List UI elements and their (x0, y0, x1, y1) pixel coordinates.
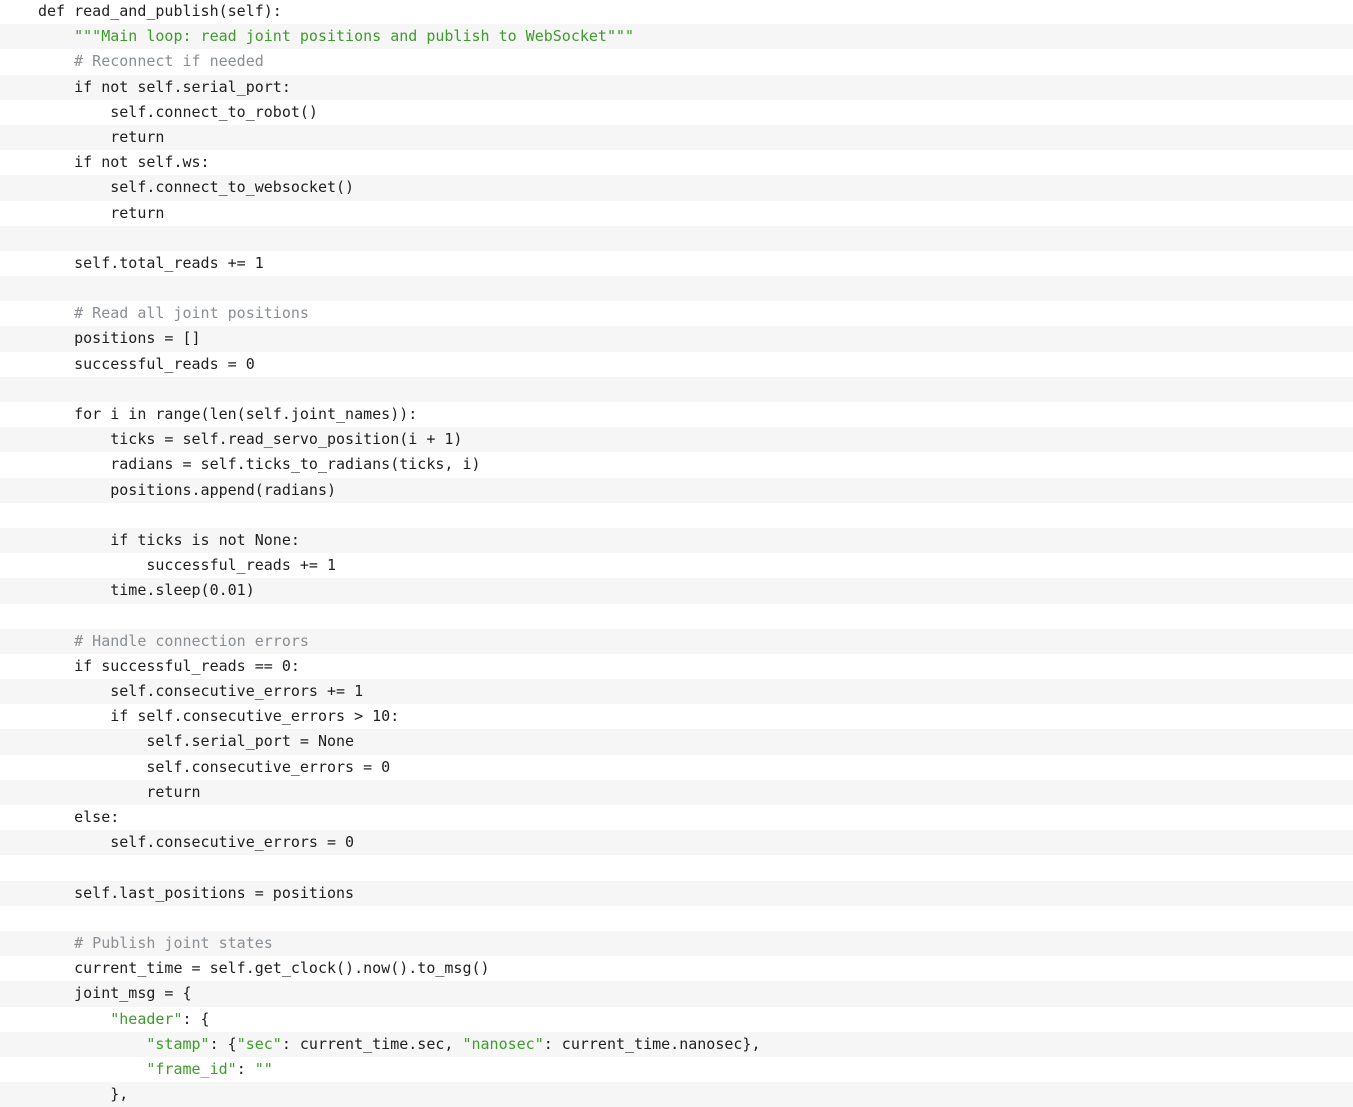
code-line: if ticks is not None: (0, 527, 1353, 554)
code-line: if self.consecutive_errors > 10: (38, 707, 400, 726)
code-line: "header": { (110, 1009, 210, 1028)
code-line: # Read all joint positions (38, 304, 309, 323)
code-line: def read_and_publish(self): (38, 2, 282, 20)
code-line: ticks = self.read_servo_position(i + 1) (0, 427, 1353, 453)
code-line: if not self.serial_port: (0, 74, 1353, 100)
code-line: current_time = self.get_clock().now().to… (38, 959, 490, 978)
code-line: # Publish joint states (0, 930, 1353, 957)
code-line: for i in range(len(self.joint_names)): (38, 405, 418, 423)
code-line: else: (38, 808, 120, 826)
code-line: self.connect_to_robot() (38, 102, 318, 121)
code-line: self.last_positions = positions (0, 880, 1353, 906)
code-line: joint_msg = { (0, 981, 1353, 1007)
code-line: }, (0, 1082, 1353, 1107)
code-line: successful_reads = 0 (38, 354, 255, 373)
code-line: return (0, 779, 1353, 805)
code-line: return (0, 124, 1353, 151)
code-line: self.consecutive_errors = 0 (0, 830, 1353, 856)
code-line: return (38, 203, 165, 222)
code-line: # Reconnect if needed (38, 52, 264, 71)
code-line (0, 225, 1353, 251)
code-line: self.serial_port = None (0, 729, 1353, 755)
code-view: def read_and_publish(self): """Main loop… (0, 0, 1353, 1107)
code-line: positions = [] (0, 326, 1353, 352)
code-line: # Handle connection errors (0, 628, 1353, 654)
code-line: if not self.ws: (38, 153, 210, 172)
code-line: """Main loop: read joint positions and p… (0, 24, 1353, 50)
code-line: time.sleep(0.01) (0, 578, 1353, 604)
code-line: positions.append(radians) (0, 477, 1353, 503)
code-line: self.consecutive_errors += 1 (0, 679, 1353, 705)
code-line: if successful_reads == 0: (38, 656, 300, 675)
code-line: "frame_id": "" (146, 1059, 273, 1078)
code-line: self.total_reads += 1 (38, 253, 264, 272)
code-line (0, 376, 1353, 402)
code-line: radians = self.ticks_to_radians(ticks, i… (38, 455, 481, 474)
code-line: successful_reads += 1 (38, 556, 337, 575)
code-line: self.consecutive_errors = 0 (38, 757, 391, 776)
code-line: "stamp": {"sec": current_time.sec, "nano… (0, 1031, 1353, 1057)
code-line: self.connect_to_websocket() (0, 175, 1353, 201)
code-line (0, 276, 1353, 302)
